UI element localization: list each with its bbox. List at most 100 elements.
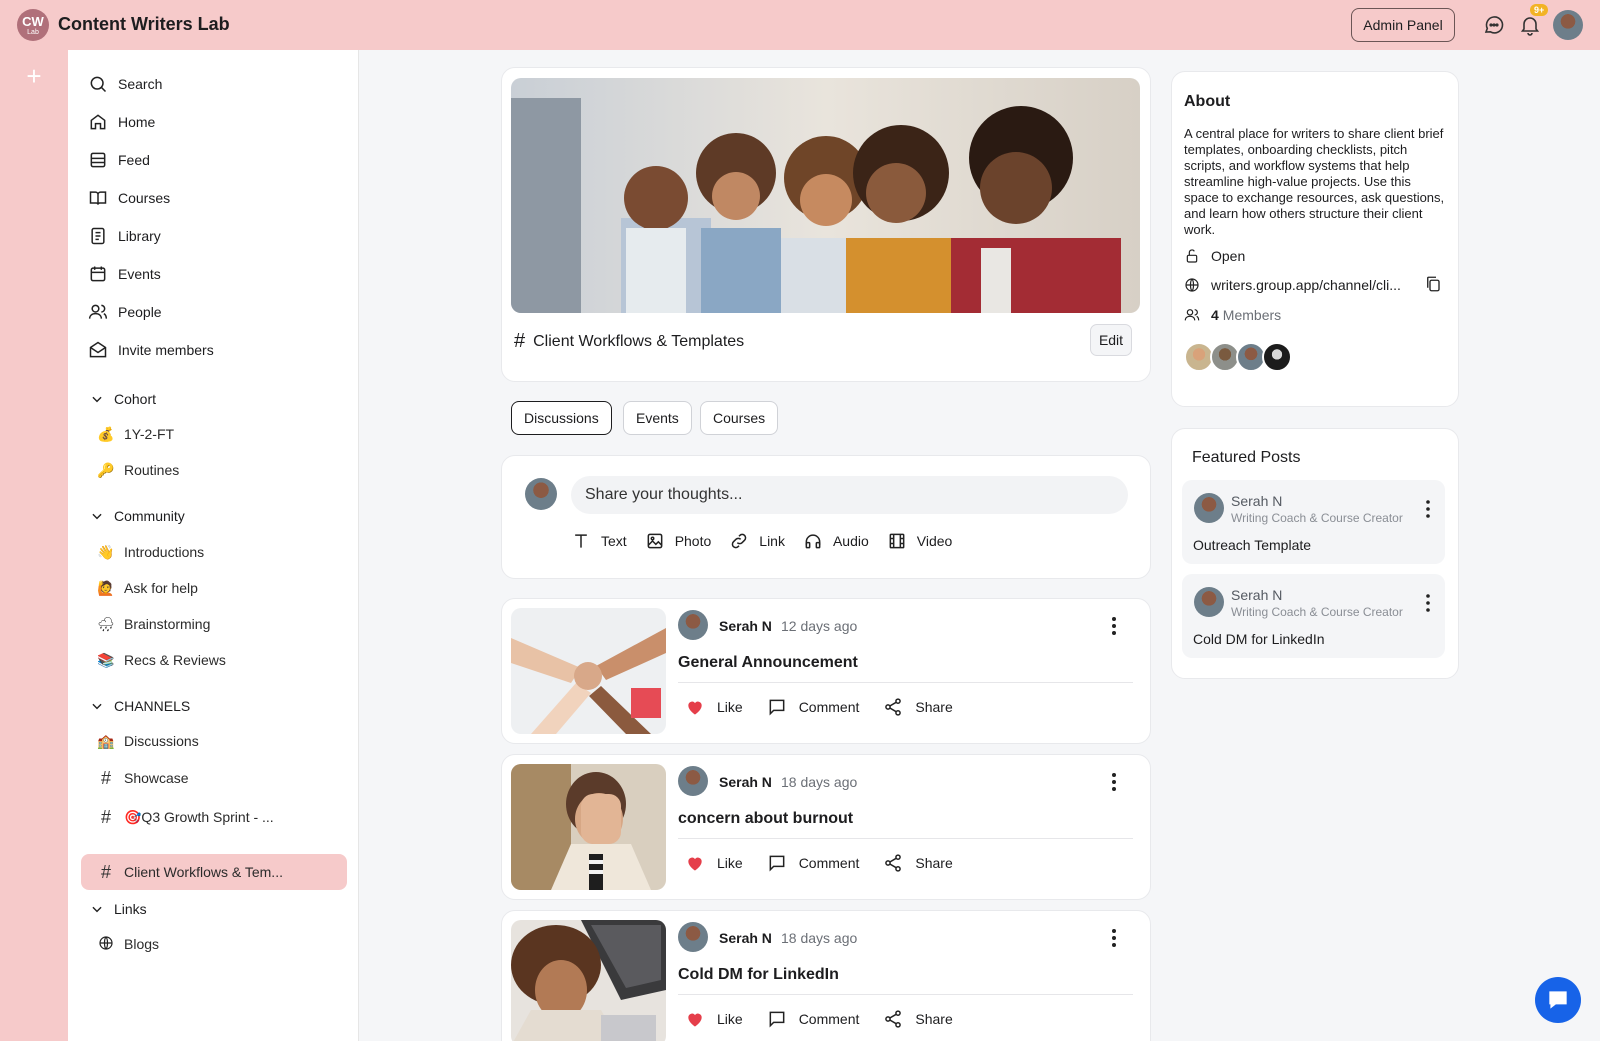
featured-post-item[interactable]: Serah N Writing Coach & Course Creator O… [1182,480,1445,564]
audio-post-button[interactable]: Audio [803,531,869,551]
chat-fab-button[interactable] [1535,977,1581,1023]
sidebar-item-invite[interactable]: Invite members [88,334,214,366]
money-bag-icon: 💰 [97,425,115,442]
sidebar-item-label: Invite members [118,342,214,358]
headphones-icon [805,534,821,549]
divider [678,994,1133,995]
app-logo[interactable]: CW Lab [17,9,49,41]
more-options-icon[interactable] [1422,593,1434,613]
sidebar-item-events[interactable]: Events [88,258,161,290]
member-avatar[interactable] [1262,342,1292,372]
sidebar-item-label: Feed [118,152,150,168]
sidebar-item-label: Events [118,266,161,282]
comment-button[interactable]: Comment [767,1009,859,1029]
comment-button[interactable]: Comment [767,853,859,873]
author-avatar[interactable] [678,610,708,640]
chat-icon[interactable] [1482,13,1506,37]
hash-icon: # [100,767,111,788]
sidebar-item-brainstorming[interactable]: 🌧 Brainstorming [96,611,210,637]
author-avatar [1194,587,1224,617]
sidebar-item-search[interactable]: Search [88,68,162,100]
more-options-icon[interactable] [1422,499,1434,519]
section-community[interactable]: Community [90,504,185,528]
author-avatar[interactable] [678,766,708,796]
books-icon: 📚 [97,651,115,668]
post-thumbnail [511,764,666,890]
user-avatar[interactable] [1553,10,1583,40]
post-thumbnail [511,920,666,1041]
share-button[interactable]: Share [883,1009,953,1029]
sidebar-item-showcase[interactable]: # Showcase [96,765,189,791]
add-community-icon[interactable]: + [24,63,44,89]
sidebar-item-blogs[interactable]: Blogs [96,931,159,957]
post-title[interactable]: Cold DM for LinkedIn [678,966,839,984]
featured-post-item[interactable]: Serah N Writing Coach & Course Creator C… [1182,574,1445,658]
more-options-icon[interactable] [1106,615,1122,637]
author-avatar [1194,493,1224,523]
copy-icon[interactable] [1424,274,1442,294]
app-title[interactable]: Content Writers Lab [58,14,230,35]
search-icon [90,76,107,93]
sidebar-item-1y-2-ft[interactable]: 💰 1Y-2-FT [96,421,174,447]
share-button[interactable]: Share [883,853,953,873]
sidebar-item-discussions[interactable]: 🏫 Discussions [96,728,199,754]
sidebar-item-ask-for-help[interactable]: 🙋 Ask for help [96,575,198,601]
share-icon [885,854,902,872]
action-label: Like [717,699,743,715]
members-count[interactable]: 4 Members [1184,307,1281,323]
sidebar-item-courses[interactable]: Courses [88,182,170,214]
text-post-button[interactable]: Text [571,531,627,551]
author-avatar[interactable] [678,922,708,952]
share-button[interactable]: Share [883,697,953,717]
post-author[interactable]: Serah N [719,774,772,790]
post-title[interactable]: concern about burnout [678,810,853,828]
feed-icon [90,152,106,168]
more-options-icon[interactable] [1106,771,1122,793]
composer-toolbar: Text Photo Link Audio Video [571,531,970,551]
section-channels[interactable]: CHANNELS [90,694,190,718]
post-composer: Text Photo Link Audio Video [501,455,1151,579]
tab-courses[interactable]: Courses [700,401,779,435]
section-links[interactable]: Links [90,897,147,921]
sidebar-item-home[interactable]: Home [88,106,155,138]
tab-events[interactable]: Events [623,401,692,435]
sidebar-item-client-workflows[interactable]: # Client Workflows & Tem... [96,859,283,885]
sidebar-item-library[interactable]: Library [88,220,161,252]
sidebar-item-q3-growth-sprint[interactable]: # 🎯Q3 Growth Sprint - ... [96,804,274,830]
raised-hand-icon: 🙋 [97,579,115,596]
sidebar-item-label: 🎯Q3 Growth Sprint - ... [124,808,274,825]
post-card[interactable]: Serah N 18 days ago Cold DM for LinkedIn… [501,910,1151,1041]
divider [678,682,1133,683]
edit-channel-button[interactable]: Edit [1090,324,1132,356]
sidebar-item-label: Discussions [124,733,199,749]
video-post-button[interactable]: Video [887,531,952,551]
sidebar-item-label: Courses [118,190,171,206]
post-author[interactable]: Serah N [719,618,772,634]
more-options-icon[interactable] [1106,927,1122,949]
action-label: Share [915,1011,953,1027]
people-icon [88,304,108,319]
like-button[interactable]: Like [685,1009,743,1029]
sidebar-item-introductions[interactable]: 👋 Introductions [96,539,204,565]
comment-button[interactable]: Comment [767,697,859,717]
post-author[interactable]: Serah N [719,930,772,946]
post-title[interactable]: General Announcement [678,654,858,672]
post-card[interactable]: Serah N 18 days ago concern about burnou… [501,754,1151,900]
sidebar-item-feed[interactable]: Feed [88,144,150,176]
like-button[interactable]: Like [685,697,743,717]
section-cohort[interactable]: Cohort [90,387,156,411]
like-button[interactable]: Like [685,853,743,873]
post-actions: Like Comment Share [685,1009,977,1029]
privacy-status: Open [1184,248,1245,264]
admin-panel-button[interactable]: Admin Panel [1351,8,1455,42]
bell-icon[interactable] [1518,13,1542,37]
link-post-button[interactable]: Link [729,531,785,551]
channel-url: writers.group.app/channel/cli... [1184,277,1401,293]
post-card[interactable]: Serah N 12 days ago General Announcement… [501,598,1151,744]
photo-post-button[interactable]: Photo [645,531,711,551]
share-thoughts-input[interactable] [571,476,1128,514]
sidebar-item-routines[interactable]: 🔑 Routines [96,457,179,483]
sidebar-item-people[interactable]: People [88,296,162,328]
tab-discussions[interactable]: Discussions [511,401,612,435]
sidebar-item-recs-reviews[interactable]: 📚 Recs & Reviews [96,647,226,673]
